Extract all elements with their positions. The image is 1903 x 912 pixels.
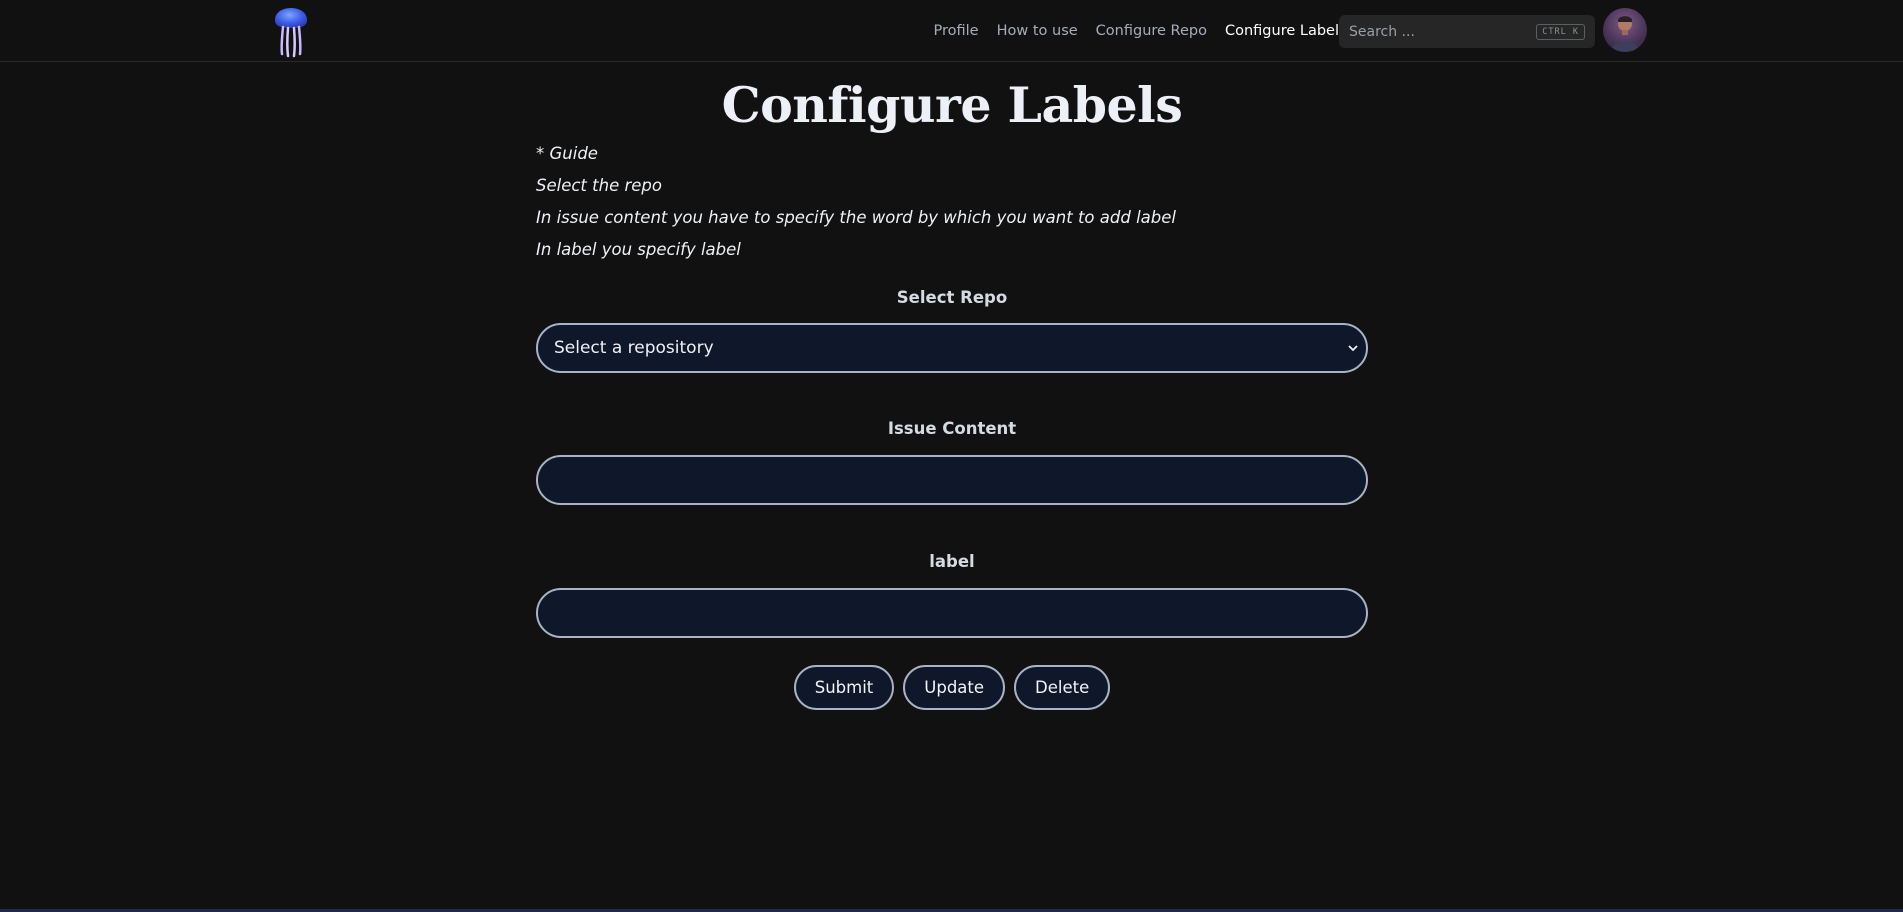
navbar: Profile How to use Configure Repo Config…	[0, 0, 1903, 62]
avatar-photo-icon	[1611, 16, 1639, 52]
form-actions: Submit Update Delete	[536, 665, 1368, 710]
issue-content-input[interactable]	[536, 455, 1368, 505]
user-avatar[interactable]	[1603, 8, 1647, 52]
search-shortcut-badge: CTRL K	[1536, 23, 1585, 40]
configure-labels-form: Configure Labels * Guide Select the repo…	[536, 62, 1368, 710]
search-placeholder: Search ...	[1349, 23, 1415, 40]
update-button[interactable]: Update	[903, 665, 1006, 710]
label-field-label: label	[929, 552, 975, 571]
search-input[interactable]: Search ... CTRL K	[1339, 15, 1595, 48]
issue-content-label: Issue Content	[887, 419, 1017, 438]
delete-button[interactable]: Delete	[1014, 665, 1111, 710]
jellyfish-logo-icon[interactable]	[272, 0, 310, 58]
nav-link-profile[interactable]: Profile	[934, 23, 979, 39]
nav-link-how-to-use[interactable]: How to use	[997, 23, 1078, 39]
submit-button[interactable]: Submit	[793, 665, 895, 710]
nav-links: Profile How to use Configure Repo Config…	[934, 0, 1340, 62]
nav-link-configure-repo[interactable]: Configure Repo	[1096, 23, 1207, 39]
guide-step-3: In label you specify label	[536, 240, 741, 259]
chevron-down-icon	[1348, 342, 1358, 355]
guide-step-2: In issue content you have to specify the…	[536, 208, 1176, 227]
nav-link-configure-label[interactable]: Configure Label	[1225, 23, 1339, 39]
repo-select[interactable]: Select a repository	[536, 323, 1368, 373]
guide-heading: * Guide	[536, 144, 598, 163]
guide-section: * Guide Select the repo In issue content…	[536, 138, 1368, 266]
page-title: Configure Labels	[721, 76, 1183, 134]
label-input[interactable]	[536, 588, 1368, 638]
repo-select-value: Select a repository	[554, 338, 714, 358]
guide-step-1: Select the repo	[536, 176, 662, 195]
select-repo-label: Select Repo	[896, 288, 1008, 307]
